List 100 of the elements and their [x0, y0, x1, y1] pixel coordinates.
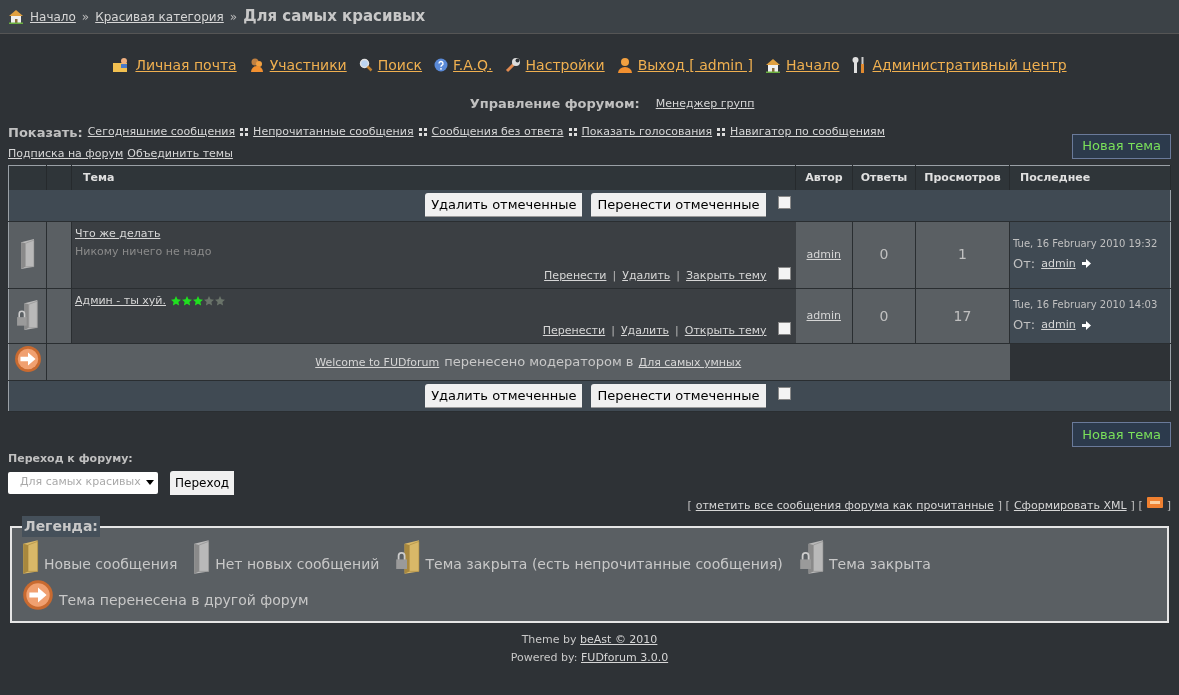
bulk-action-button[interactable]: Перенести отмеченные	[591, 384, 766, 408]
bracket: ] [	[997, 497, 1010, 514]
filter-link[interactable]: Непрочитанные сообщения	[253, 124, 414, 141]
nav-link[interactable]: Поиск	[377, 54, 423, 76]
nav-link[interactable]: F.A.Q.	[453, 54, 493, 76]
bulk-action-button[interactable]: Перенести отмеченные	[591, 193, 766, 218]
action-separator: |	[611, 322, 615, 339]
topic-link[interactable]: Welcome to FUDforum	[315, 356, 440, 370]
last-author-link[interactable]: admin	[1041, 255, 1076, 272]
bracket: [	[687, 497, 692, 514]
bulk-action-button[interactable]: Удалить отмеченные	[425, 193, 583, 218]
wrench-icon	[504, 57, 521, 73]
author-link[interactable]: admin	[806, 247, 841, 261]
xml-link[interactable]: Сформировать XML	[1013, 497, 1127, 514]
forum-link[interactable]: Для самых умных	[638, 356, 742, 370]
admin-label: Управление форумом:	[469, 95, 640, 113]
column-header: Автор	[805, 170, 843, 184]
moderation-link[interactable]: Открыть тему	[684, 322, 767, 339]
separator-icon	[568, 128, 577, 137]
new-topic-button[interactable]: Новая тема	[1072, 133, 1171, 159]
theme-link[interactable]: beAst © 2010	[580, 633, 658, 646]
legend-text: Тема перенесена в другой форум	[59, 591, 309, 610]
empty-star-icon	[215, 296, 225, 307]
topic-link[interactable]: Что же делать	[75, 225, 161, 242]
search-icon	[358, 58, 373, 72]
breadcrumb-separator: »	[229, 8, 238, 26]
arrow-circle-icon	[22, 579, 54, 611]
breadcrumb-link[interactable]: Красивая категория	[95, 7, 224, 26]
topic-link[interactable]: Админ - ты хуй.	[75, 293, 166, 310]
filled-star-icon	[171, 296, 181, 307]
author-link[interactable]: admin	[806, 308, 841, 322]
separator-icon	[240, 128, 249, 137]
filter-link[interactable]: Сообщения без ответа	[431, 124, 564, 141]
moderation-link[interactable]: Закрыть тему	[686, 267, 767, 284]
arrow-right-icon[interactable]	[1081, 259, 1091, 269]
page-title: Для самых красивых	[243, 6, 426, 28]
moderation-link[interactable]: Удалить	[620, 322, 670, 339]
from-label: От:	[1013, 255, 1036, 273]
users-icon	[248, 57, 265, 73]
legend-text: Тема закрыта (есть непрочитанные сообщения)	[425, 555, 783, 574]
bracket: ]	[1166, 497, 1171, 514]
action-separator: |	[675, 322, 679, 339]
separator-icon	[717, 128, 726, 137]
locked-folder-icon	[798, 539, 824, 575]
from-label: От:	[1013, 316, 1036, 335]
nav-link[interactable]: Личная почта	[135, 54, 237, 76]
home-icon	[8, 9, 24, 24]
views-count: 17	[953, 307, 972, 324]
checkbox[interactable]	[777, 196, 791, 209]
filter-link[interactable]: Навигатор по сообщениям	[730, 124, 885, 141]
arrow-circle-icon	[13, 345, 42, 374]
filled-star-icon	[193, 296, 203, 307]
checkbox[interactable]	[777, 386, 791, 400]
views-count: 1	[958, 246, 967, 263]
moderation-link[interactable]: Перенести	[544, 267, 607, 284]
arrow-right-icon[interactable]	[1081, 320, 1091, 330]
folder-icon	[22, 539, 39, 575]
forum-action-link[interactable]: Подписка на форум	[8, 146, 124, 163]
breadcrumb-separator: »	[81, 8, 90, 26]
nav-link[interactable]: Административный центр	[872, 54, 1067, 76]
nav-link[interactable]: Выход [ admin ]	[637, 54, 753, 76]
breadcrumb-link[interactable]: Начало	[30, 7, 76, 26]
forum-action-link[interactable]: Объединить темы	[127, 146, 233, 163]
new-topic-button[interactable]: Новая тема	[1072, 422, 1171, 447]
last-post-date: Tue, 16 February 2010 14:03	[1013, 298, 1159, 313]
bracket: ] [	[1130, 497, 1143, 514]
moved-text: перенесено модератором в	[444, 354, 634, 370]
dropdown-caret-icon	[146, 480, 154, 485]
topic-description: Никому ничего не надо	[75, 244, 213, 260]
checkbox[interactable]	[777, 321, 791, 335]
mark-read-link[interactable]: отметить все сообщения форума как прочитанные	[695, 497, 994, 514]
column-header: Ответы	[860, 170, 908, 184]
legend-text: Новые сообщения	[43, 555, 178, 574]
locked-folder-icon	[395, 539, 421, 575]
filter-link[interactable]: Сегодняшние сообщения	[87, 124, 236, 141]
rss-icon[interactable]	[1146, 497, 1163, 509]
last-author-link[interactable]: admin	[1041, 316, 1076, 334]
replies-count: 0	[879, 246, 889, 263]
bulk-action-button[interactable]: Удалить отмеченные	[425, 384, 583, 408]
jump-button[interactable]: Переход	[170, 470, 235, 495]
replies-count: 0	[879, 307, 889, 324]
nav-link[interactable]: Участники	[269, 54, 347, 76]
nav-link[interactable]: Начало	[786, 54, 840, 76]
theme-label: Theme by	[521, 633, 577, 646]
empty-star-icon	[204, 296, 214, 307]
powered-link[interactable]: FUDforum 3.0.0	[581, 651, 669, 664]
moderation-link[interactable]: Перенести	[542, 322, 606, 339]
filter-link[interactable]: Показать голосования	[581, 124, 713, 141]
checkbox[interactable]	[777, 266, 791, 280]
action-separator: |	[676, 267, 680, 284]
last-post-date: Tue, 16 February 2010 19:32	[1013, 237, 1159, 251]
separator-icon	[418, 128, 427, 137]
admin-link[interactable]: Менеджер групп	[655, 95, 755, 112]
jump-label: Переход к форуму:	[8, 451, 134, 467]
filled-star-icon	[182, 296, 192, 307]
home-icon	[765, 57, 781, 73]
action-separator: |	[612, 267, 617, 284]
powered-label: Powered by:	[510, 651, 578, 664]
moderation-link[interactable]: Удалить	[622, 267, 671, 284]
nav-link[interactable]: Настройки	[525, 54, 605, 76]
